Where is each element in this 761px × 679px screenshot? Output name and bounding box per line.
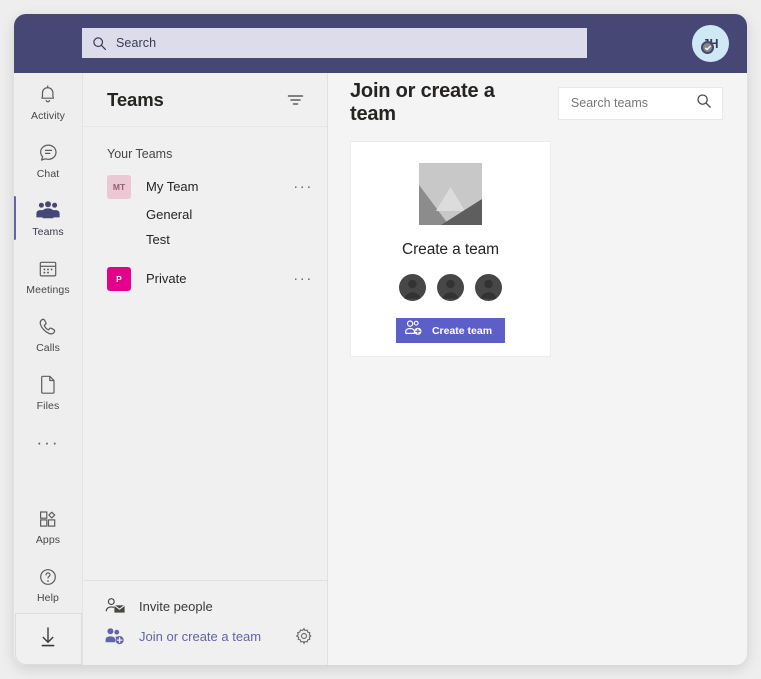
- user-avatar[interactable]: JH: [692, 25, 729, 62]
- team-avatar: MT: [107, 174, 131, 199]
- people-add-icon: [405, 320, 424, 341]
- download-arrow-icon: [35, 623, 61, 656]
- search-teams-input[interactable]: Search teams: [557, 86, 723, 120]
- gear-icon[interactable]: [295, 627, 313, 645]
- sidebar-item-chat[interactable]: Chat: [14, 131, 83, 189]
- team-name: My Team: [146, 179, 199, 194]
- sidebar-label-meetings: Meetings: [26, 284, 70, 296]
- main-title: Join or create a team: [350, 80, 495, 125]
- help-circle-icon: [37, 564, 59, 589]
- person-avatar-icon: [399, 274, 426, 301]
- team-more-options-button[interactable]: ···: [293, 178, 313, 195]
- file-icon: [38, 372, 58, 397]
- sidebar-item-files[interactable]: Files: [14, 363, 83, 421]
- presence-available-icon: [701, 41, 714, 54]
- create-team-button[interactable]: Create team: [395, 318, 506, 343]
- main-content: Join or create a team Search teams Creat…: [328, 73, 747, 665]
- mountain-landscape-icon: [419, 163, 482, 225]
- sidebar-more-button[interactable]: ···: [14, 421, 83, 465]
- sidebar-label-chat: Chat: [36, 168, 60, 180]
- team-avatar: P: [107, 266, 131, 291]
- channel-row-general[interactable]: General: [83, 202, 327, 227]
- search-teams-placeholder: Search teams: [570, 96, 649, 110]
- phone-icon: [37, 314, 59, 339]
- people-icon: [35, 198, 61, 223]
- teams-panel-footer: Invite people Join or create a team: [83, 580, 327, 665]
- invite-people-label: Invite people: [139, 598, 213, 614]
- person-mail-icon: [105, 597, 127, 615]
- team-avatar-initials: P: [116, 273, 122, 284]
- card-title: Create a team: [402, 241, 499, 258]
- channel-row-test[interactable]: Test: [83, 227, 327, 252]
- apps-icon: [37, 506, 59, 531]
- section-label-your-teams: Your Teams: [107, 147, 173, 161]
- team-name: Private: [146, 271, 187, 286]
- join-or-create-team-label: Join or create a team: [139, 628, 262, 644]
- create-team-label: Create team: [431, 324, 493, 337]
- teams-panel-header: Teams: [83, 73, 327, 127]
- team-cards-grid: Create a team Create team: [328, 133, 747, 357]
- page-title: Teams: [107, 88, 164, 110]
- sidebar-item-help[interactable]: Help: [14, 555, 83, 613]
- team-avatar-initials: MT: [112, 181, 126, 192]
- sidebar-item-teams[interactable]: Teams: [14, 189, 83, 247]
- team-row[interactable]: MT My Team ···: [83, 171, 327, 202]
- team-more-options-button[interactable]: ···: [293, 270, 313, 287]
- calendar-icon: [37, 256, 59, 281]
- global-search-input[interactable]: Search: [82, 28, 587, 58]
- main-header: Join or create a team Search teams: [328, 73, 747, 133]
- people-add-icon: [105, 627, 127, 645]
- teams-list-scroll: Your Teams MT My Team ··· General Test P…: [83, 127, 327, 580]
- join-or-create-team-button[interactable]: Join or create a team: [83, 621, 327, 651]
- download-app-button[interactable]: [14, 613, 82, 665]
- global-search-placeholder: Search: [116, 36, 157, 50]
- team-row[interactable]: P Private ···: [83, 263, 327, 294]
- top-bar: Search JH: [14, 14, 747, 73]
- sidebar-item-meetings[interactable]: Meetings: [14, 247, 83, 305]
- person-avatar-icon: [475, 274, 502, 301]
- app-body: Activity Chat Teams Meetings Calls Files…: [14, 73, 747, 665]
- filter-icon[interactable]: [285, 90, 305, 110]
- sidebar-item-apps[interactable]: Apps: [14, 497, 83, 555]
- teams-list-panel: Teams Your Teams MT My Team ··· General …: [83, 73, 328, 665]
- teams-app-window: Search JH Activity: [14, 14, 747, 665]
- bell-icon: [37, 82, 59, 107]
- sidebar-label-calls: Calls: [36, 342, 60, 354]
- sidebar-label-apps: Apps: [35, 534, 61, 546]
- person-avatar-icon: [437, 274, 464, 301]
- sidebar-label-teams: Teams: [32, 226, 64, 238]
- sidebar-item-calls[interactable]: Calls: [14, 305, 83, 363]
- create-a-team-card[interactable]: Create a team Create team: [350, 141, 551, 357]
- sidebar-label-help: Help: [37, 592, 59, 604]
- chat-bubble-icon: [37, 140, 60, 165]
- search-icon: [92, 36, 107, 51]
- sidebar-label-files: Files: [36, 400, 60, 412]
- sidebar-label-activity: Activity: [30, 110, 66, 122]
- sidebar-item-activity[interactable]: Activity: [14, 73, 83, 131]
- search-icon: [696, 93, 712, 114]
- left-nav-rail: Activity Chat Teams Meetings Calls Files…: [14, 73, 83, 665]
- invite-people-button[interactable]: Invite people: [83, 591, 327, 621]
- rail-bottom-group: Apps Help: [14, 497, 83, 665]
- member-avatars: [399, 274, 502, 301]
